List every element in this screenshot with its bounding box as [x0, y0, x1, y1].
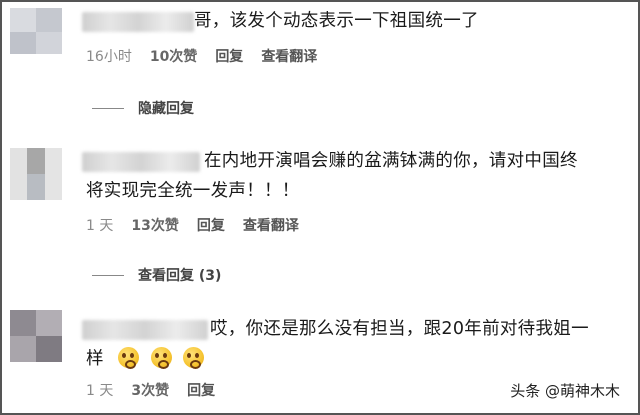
avatar[interactable] — [10, 310, 62, 362]
divider-dash — [92, 274, 124, 276]
reply-button[interactable]: 回复 — [215, 46, 243, 66]
translate-button[interactable]: 查看翻译 — [243, 215, 299, 235]
comments-panel: 哥，该发个动态表示一下祖国统一了 16小时 10次赞 回复 查看翻译 隐藏回复 … — [0, 0, 640, 415]
watermark: 头条 @萌神木木 — [510, 380, 620, 401]
like-count[interactable]: 3次赞 — [131, 380, 169, 400]
comment-text-line2-wrap: 样 — [86, 344, 210, 374]
grimace-emoji-icon — [150, 347, 172, 369]
like-count[interactable]: 10次赞 — [150, 46, 197, 66]
avatar[interactable] — [10, 148, 62, 200]
comment-time: 1 天 — [86, 383, 114, 399]
comment-text-line2: 将实现完全统一发声！！！ — [86, 181, 300, 201]
like-count[interactable]: 13次赞 — [131, 215, 178, 235]
comment-text: 哥，该发个动态表示一下祖国统一了 — [194, 11, 479, 31]
comment-text-line1: 哎，你还是那么没有担当，跟20年前对待我姐一 — [210, 319, 589, 339]
view-replies-toggle[interactable]: 查看回复 (3) — [92, 265, 221, 285]
comment-meta: 16小时 10次赞 回复 查看翻译 — [86, 46, 317, 66]
replies-toggle-label: 隐藏回复 — [138, 101, 194, 117]
comment-time: 16小时 — [86, 49, 132, 65]
hide-replies-toggle[interactable]: 隐藏回复 — [92, 98, 194, 118]
grimace-emoji-icon — [183, 347, 205, 369]
translate-button[interactable]: 查看翻译 — [261, 46, 317, 66]
reply-button[interactable]: 回复 — [197, 215, 225, 235]
comment-time: 1 天 — [86, 218, 114, 234]
reply-button[interactable]: 回复 — [187, 380, 215, 400]
blurred-username[interactable] — [82, 152, 200, 172]
blurred-username[interactable] — [82, 320, 208, 340]
comment-text-line2: 样 — [86, 349, 104, 369]
avatar[interactable] — [10, 8, 62, 54]
grimace-emoji-icon — [117, 347, 139, 369]
comment-text-line1: 在内地开演唱会赚的盆满钵满的你，请对中国终 — [204, 151, 578, 171]
comment-meta: 1 天 13次赞 回复 查看翻译 — [86, 215, 299, 235]
blurred-username[interactable] — [82, 12, 194, 32]
replies-toggle-label: 查看回复 (3) — [138, 268, 222, 284]
divider-dash — [92, 107, 124, 109]
comment-meta: 1 天 3次赞 回复 — [86, 380, 215, 400]
watermark-text: 头条 @萌神木木 — [510, 382, 620, 400]
